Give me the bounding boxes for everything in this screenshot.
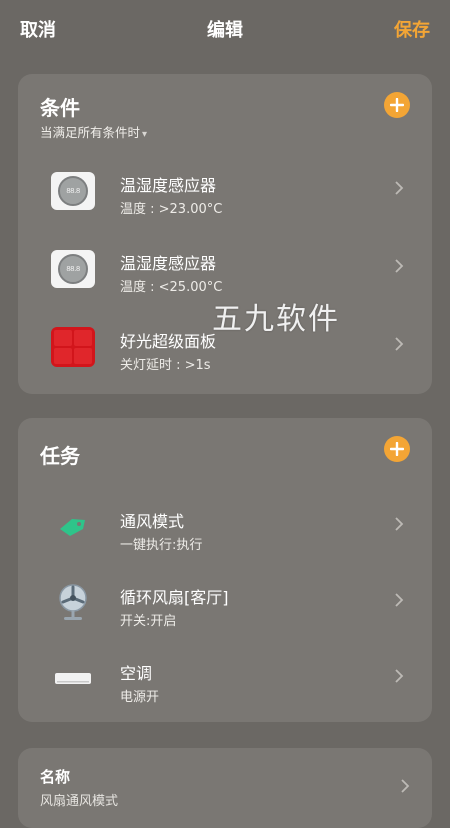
conditions-title: 条件 — [40, 96, 80, 120]
top-bar: 取消 编辑 保存 — [0, 0, 450, 58]
condition-row[interactable]: 88.8 温湿度感应器 温度 : >23.00°C — [18, 158, 432, 224]
air-conditioner-icon — [50, 656, 96, 702]
thermo-hygrometer-icon: 88.8 — [50, 246, 96, 292]
tasks-card: 任务 通风模式 一键执行:执行 循环风扇[客厅] 开关:开启 空调 电源开 — [18, 418, 432, 722]
condition-detail: 温度 : >23.00°C — [120, 202, 223, 217]
plus-icon — [390, 98, 404, 112]
condition-detail: 关灯延时 : >1s — [120, 358, 211, 373]
task-label: 通风模式 — [120, 512, 185, 531]
condition-mode-selector[interactable]: 当满足所有条件时 ▾ — [40, 122, 147, 141]
fan-icon — [50, 580, 96, 626]
condition-mode-label: 当满足所有条件时 — [40, 125, 141, 140]
scene-tag-icon — [50, 504, 96, 550]
name-card[interactable]: 名称 风扇通风模式 — [18, 748, 432, 828]
task-label: 循环风扇[客厅] — [120, 588, 229, 607]
task-row[interactable]: 空调 电源开 — [18, 646, 432, 712]
watermark: 五九软件 — [212, 302, 340, 337]
chevron-right-icon — [401, 779, 410, 793]
add-task-button[interactable] — [384, 436, 410, 462]
cancel-button[interactable]: 取消 — [20, 16, 56, 42]
save-button[interactable]: 保存 — [394, 16, 430, 42]
thermo-hygrometer-icon: 88.8 — [50, 168, 96, 214]
condition-label: 温湿度感应器 — [120, 254, 217, 273]
caret-down-icon: ▾ — [142, 129, 148, 140]
condition-label: 好光超级面板 — [120, 332, 217, 351]
condition-row[interactable]: 88.8 温湿度感应器 温度 : <25.00°C — [18, 236, 432, 302]
tasks-title: 任务 — [40, 444, 80, 468]
task-detail: 开关:开启 — [120, 614, 177, 629]
task-detail: 电源开 — [120, 690, 160, 705]
condition-label: 温湿度感应器 — [120, 176, 217, 195]
name-label: 名称 — [40, 768, 71, 786]
chevron-right-icon — [395, 181, 404, 195]
chevron-right-icon — [395, 593, 404, 607]
conditions-card: 条件 当满足所有条件时 ▾ 88.8 温湿度感应器 温度 : >23.00°C 8… — [18, 74, 432, 394]
chevron-right-icon — [395, 337, 404, 351]
light-panel-icon — [50, 324, 96, 370]
chevron-right-icon — [395, 517, 404, 531]
plus-icon — [390, 442, 404, 456]
chevron-right-icon — [395, 259, 404, 273]
add-condition-button[interactable] — [384, 92, 410, 118]
page-title: 编辑 — [207, 20, 243, 41]
condition-detail: 温度 : <25.00°C — [120, 280, 223, 295]
chevron-right-icon — [395, 669, 404, 683]
task-detail: 一键执行:执行 — [120, 538, 203, 553]
task-label: 空调 — [120, 664, 153, 683]
task-row[interactable]: 通风模式 一键执行:执行 — [18, 494, 432, 560]
task-row[interactable]: 循环风扇[客厅] 开关:开启 — [18, 570, 432, 636]
